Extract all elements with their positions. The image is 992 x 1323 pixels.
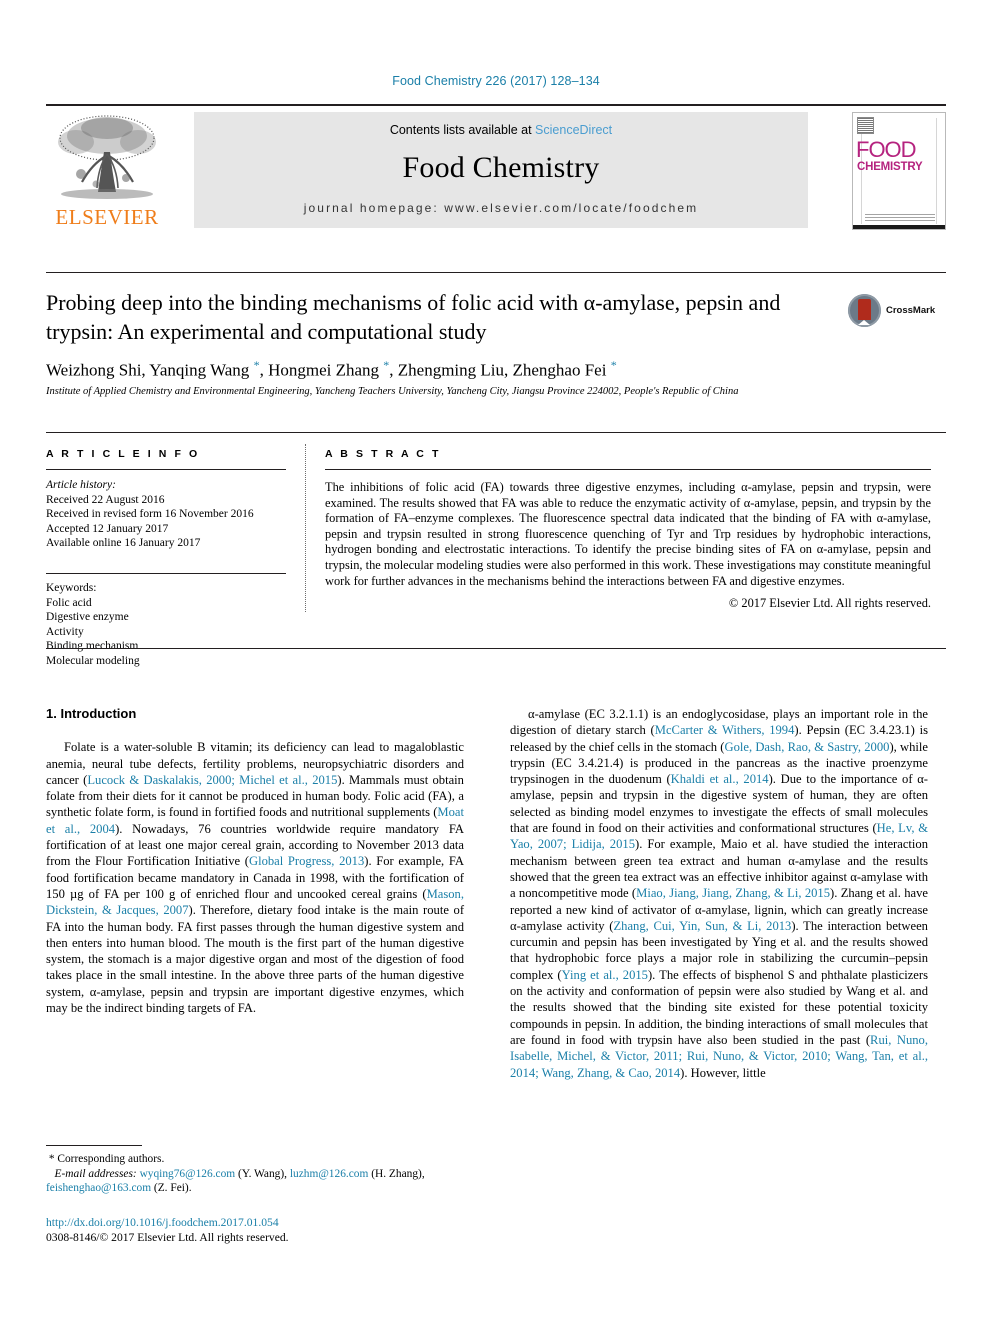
corresponding-text: Corresponding authors.: [57, 1153, 165, 1165]
elsevier-wordmark: ELSEVIER: [55, 205, 159, 229]
crossmark-label: CrossMark: [886, 305, 936, 316]
body-column-left: 1. Introduction Folate is a water-solubl…: [46, 706, 464, 1016]
journal-masthead: ELSEVIER Contents lists available at Sci…: [46, 104, 946, 232]
abstract-rule: [325, 469, 931, 470]
keyword-item: Binding mechanism: [46, 640, 139, 653]
elsevier-tree-icon: [58, 115, 156, 199]
sciencedirect-link[interactable]: ScienceDirect: [535, 123, 612, 137]
crossmark-icon: [848, 294, 881, 327]
cover-title-line2: CHEMISTRY: [857, 161, 923, 173]
footnote-block: * Corresponding authors. E-mail addresse…: [46, 1152, 464, 1196]
email-label: E-mail addresses:: [54, 1167, 137, 1180]
journal-homepage[interactable]: journal homepage: www.elsevier.com/locat…: [194, 201, 808, 215]
article-history: Article history: Received 22 August 2016…: [46, 478, 286, 551]
info-top-divider: [46, 432, 946, 433]
keyword-item: Folic acid: [46, 596, 92, 609]
contents-prefix: Contents lists available at: [389, 123, 536, 137]
keyword-item: Molecular modeling: [46, 654, 140, 667]
journal-cover-thumbnail: FOOD CHEMISTRY: [852, 112, 946, 230]
history-item: Received 22 August 2016: [46, 493, 165, 506]
info-bottom-divider: [46, 648, 946, 649]
article-info-column: A R T I C L E I N F O Article history: R…: [46, 448, 286, 669]
article-info-heading: A R T I C L E I N F O: [46, 448, 200, 460]
history-item: Accepted 12 January 2017: [46, 522, 169, 535]
journal-title: Food Chemistry: [402, 151, 600, 184]
keywords-rule: [46, 572, 286, 574]
email-note: E-mail addresses: wyqing76@126.com (Y. W…: [46, 1167, 464, 1196]
history-item: Received in revised form 16 November 201…: [46, 508, 254, 521]
article-history-label: Article history:: [46, 479, 116, 491]
cover-bottom-bar: [853, 225, 945, 229]
affiliation: Institute of Applied Chemistry and Envir…: [46, 386, 739, 397]
keywords-list: Keywords: Folic acid Digestive enzyme Ac…: [46, 581, 286, 669]
issn-copyright: 0308-8146/© 2017 Elsevier Ltd. All right…: [46, 1231, 289, 1244]
abstract-rights: © 2017 Elsevier Ltd. All rights reserved…: [728, 596, 931, 611]
masthead-banner: Contents lists available at ScienceDirec…: [194, 112, 808, 228]
crossmark-badge[interactable]: CrossMark: [848, 294, 936, 330]
keyword-item: Digestive enzyme: [46, 611, 129, 624]
abstract-text: The inhibitions of folic acid (FA) towar…: [325, 480, 931, 588]
body-column-right: α-amylase (EC 3.2.1.1) is an endoglycosi…: [510, 706, 928, 1081]
author-list: Weizhong Shi, Yanqing Wang *, Hongmei Zh…: [46, 358, 617, 380]
title-divider: [46, 272, 946, 273]
page-title: Probing deep into the binding mechanisms…: [46, 290, 781, 344]
corresponding-authors-note: * Corresponding authors.: [46, 1152, 464, 1167]
asterisk-icon: *: [46, 1153, 58, 1165]
keywords-block: Keywords: Folic acid Digestive enzyme Ac…: [46, 572, 286, 669]
intro-paragraph-right: α-amylase (EC 3.2.1.1) is an endoglycosi…: [510, 707, 928, 1080]
keyword-item: Activity: [46, 625, 84, 638]
column-separator: [305, 444, 306, 612]
article-info-rule: [46, 469, 286, 470]
abstract-heading: A B S T R A C T: [325, 448, 441, 460]
paper-page: Food Chemistry 226 (2017) 128–134 ELSEVI…: [0, 0, 992, 1323]
keywords-label: Keywords:: [46, 581, 97, 594]
abstract-column: A B S T R A C T The inhibitions of folic…: [325, 448, 931, 611]
cover-stamp-icon: [857, 117, 874, 134]
crossmark-book-shape: [858, 299, 871, 325]
doi-link[interactable]: http://dx.doi.org/10.1016/j.foodchem.201…: [46, 1215, 464, 1230]
cover-footer-lines: [865, 212, 935, 221]
footnote-divider: [46, 1145, 142, 1146]
cover-title-line1: FOOD: [856, 137, 917, 162]
running-head: Food Chemistry 226 (2017) 128–134: [392, 74, 600, 88]
contents-line: Contents lists available at ScienceDirec…: [194, 123, 808, 137]
intro-paragraph-left: Folate is a water-soluble B vitamin; its…: [46, 740, 465, 1016]
elsevier-logo: ELSEVIER: [46, 112, 168, 230]
section-heading-introduction: 1. Introduction: [46, 706, 137, 721]
history-item: Available online 16 January 2017: [46, 537, 201, 550]
doi-block: http://dx.doi.org/10.1016/j.foodchem.201…: [46, 1215, 464, 1245]
